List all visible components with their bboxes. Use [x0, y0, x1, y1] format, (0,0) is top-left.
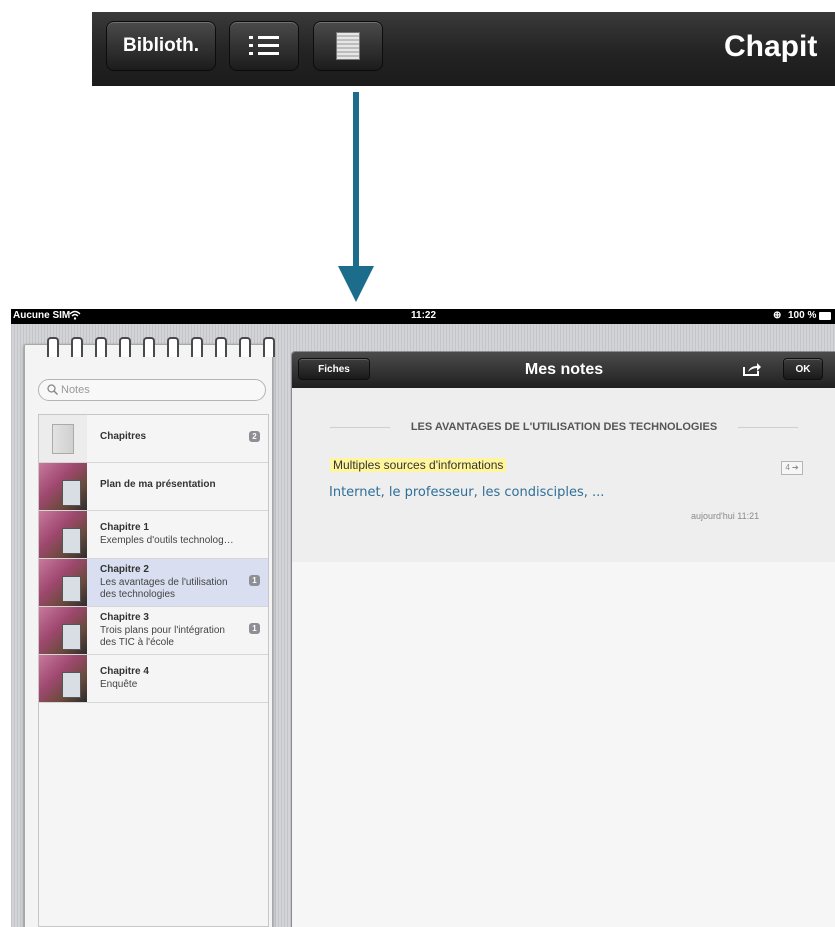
note-count-badge: 2 — [249, 431, 260, 442]
list-item-title: Chapitre 3 — [100, 612, 149, 623]
list-item-chapitre-3[interactable]: Chapitre 3 Trois plans pour l'intégratio… — [39, 607, 268, 655]
search-placeholder: Notes — [61, 384, 90, 396]
list-item-title: Chapitre 4 — [100, 666, 149, 677]
carrier-label: Aucune SIM — [13, 310, 71, 321]
list-item-title: Plan de ma présentation — [100, 479, 216, 490]
clock: 11:22 — [411, 310, 437, 321]
list-item-chapitre-2[interactable]: Chapitre 2 Les avantages de l'utilisatio… — [39, 559, 268, 607]
list-item-title: Chapitres — [100, 431, 147, 442]
battery-percent: 100 % — [788, 310, 817, 321]
list-item-subtitle-line2: des technologies — [100, 589, 176, 600]
list-item-subtitle: Les avantages de l'utilisation — [100, 577, 228, 588]
spiral-binding — [47, 337, 277, 359]
list-item-chapitre-1[interactable]: Chapitre 1 Exemples d'outils technolog… — [39, 511, 268, 559]
ipad-screen: Aucune SIM 11:22 ⊕ 100 % Notes Chapitres… — [11, 309, 835, 927]
toolbar-title: Chapit — [724, 30, 818, 63]
book-thumbnail — [39, 415, 87, 462]
chapter-thumbnail — [39, 559, 87, 606]
list-item-subtitle: Trois plans pour l'intégration — [100, 625, 225, 636]
chapter-thumbnail — [39, 463, 87, 510]
wifi-icon — [69, 310, 81, 320]
list-item-chapitres[interactable]: Chapitres 2 — [39, 415, 268, 463]
down-arrow-shaft — [353, 92, 359, 270]
list-item-subtitle: Exemples d'outils technolog… — [100, 535, 234, 546]
note-card: LES AVANTAGES DE L'UTILISATION DES TECHN… — [292, 388, 835, 562]
note-count-badge: 1 — [249, 623, 260, 634]
chapter-thumbnail — [39, 607, 87, 654]
notes-view-button[interactable] — [313, 21, 383, 71]
table-of-contents-button[interactable] — [229, 21, 299, 71]
top-toolbar: Biblioth. Chapit — [92, 12, 835, 86]
page-icon — [336, 32, 360, 60]
note-count-badge: 1 — [249, 575, 260, 586]
note-timestamp: aujourd'hui 11:21 — [691, 511, 760, 521]
notes-navbar: Fiches Mes notes OK — [292, 352, 835, 388]
list-item-plan[interactable]: Plan de ma présentation — [39, 463, 268, 511]
list-item-subtitle: Enquête — [100, 679, 138, 690]
section-title: LES AVANTAGES DE L'UTILISATION DES TECHN… — [410, 421, 718, 433]
ok-button[interactable]: OK — [783, 358, 823, 380]
list-item-title: Chapitre 2 — [100, 564, 149, 575]
page-reference-button[interactable]: 4 ➔ — [781, 461, 803, 475]
list-icon — [249, 35, 279, 57]
status-bar: Aucune SIM 11:22 ⊕ 100 % — [11, 309, 835, 324]
list-item-subtitle-line2: des TIC à l'école — [100, 637, 174, 648]
share-icon[interactable] — [742, 361, 762, 377]
rotation-lock-icon: ⊕ — [773, 310, 782, 321]
down-arrow-icon — [338, 266, 374, 302]
chapter-list: Chapitres 2 Plan de ma présentation Chap… — [38, 414, 269, 927]
notes-panel: Fiches Mes notes OK LES AVANTAGES DE L'U… — [291, 351, 835, 927]
search-icon — [47, 384, 58, 395]
note-text[interactable]: Internet, le professeur, les condisciple… — [329, 485, 604, 500]
highlighted-passage[interactable]: Multiples sources d'informations — [330, 458, 507, 472]
chapters-notebook: Notes Chapitres 2 Plan de ma présentatio… — [24, 337, 275, 927]
chapter-thumbnail — [39, 511, 87, 558]
chapter-thumbnail — [39, 655, 87, 702]
list-item-chapitre-4[interactable]: Chapitre 4 Enquête — [39, 655, 268, 703]
list-item-title: Chapitre 1 — [100, 522, 149, 533]
library-button[interactable]: Biblioth. — [106, 21, 216, 71]
battery-icon — [819, 312, 831, 320]
background-linen: Notes Chapitres 2 Plan de ma présentatio… — [11, 324, 835, 927]
book-icon — [52, 424, 74, 454]
notes-search-input[interactable]: Notes — [38, 379, 266, 401]
